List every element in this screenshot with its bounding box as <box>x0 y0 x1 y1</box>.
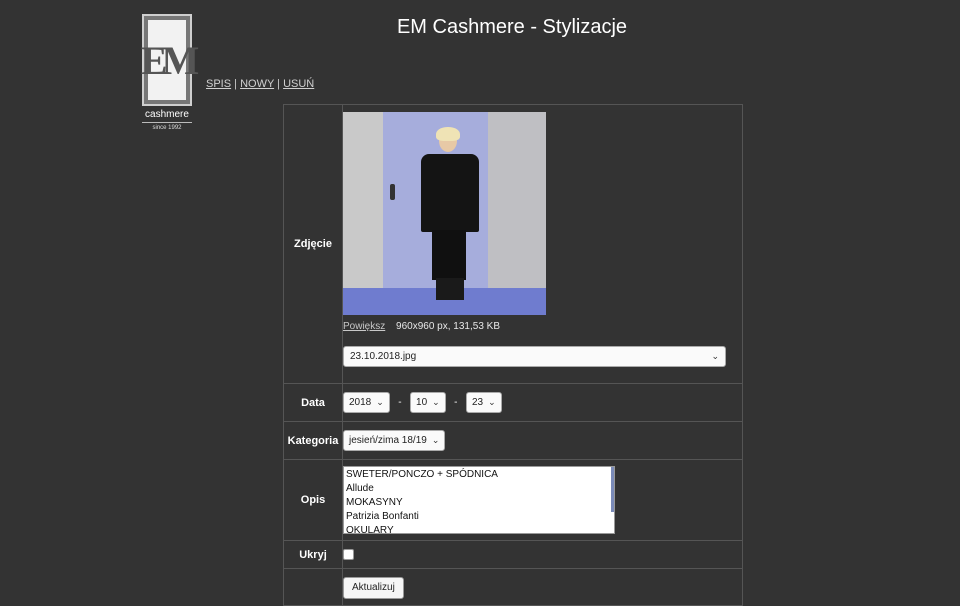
nav-link-nowy[interactable]: NOWY <box>240 78 274 90</box>
logo-name: cashmere <box>142 109 192 123</box>
chevron-down-icon: ⌄ <box>488 397 496 407</box>
edit-form: Zdjęcie Powiększ 960x960 px, 131,53 KB 2… <box>283 104 743 606</box>
category-row: Kategoria jesień/zima 18/19 ⌄ <box>283 421 743 460</box>
chevron-down-icon: ⌄ <box>376 397 384 407</box>
nav-links: SPIS | NOWY | USUŃ <box>206 78 314 90</box>
category-cell: jesień/zima 18/19 ⌄ <box>342 421 743 460</box>
date-row: Data 2018 ⌄ - 10 ⌄ - 23 ⌄ <box>283 383 743 422</box>
photo-file-select[interactable]: 23.10.2018.jpg ⌄ <box>343 346 726 367</box>
photo-meta: Powiększ 960x960 px, 131,53 KB <box>343 321 742 332</box>
category-select[interactable]: jesień/zima 18/19 ⌄ <box>343 430 446 451</box>
date-separator: - <box>398 397 402 408</box>
hide-checkbox[interactable] <box>343 549 354 560</box>
nav-separator: | <box>234 78 237 90</box>
photo-thumbnail[interactable] <box>343 112 546 315</box>
category-label: Kategoria <box>283 421 343 460</box>
photo-info: 960x960 px, 131,53 KB <box>396 321 501 332</box>
description-line: Allude <box>346 483 374 494</box>
enlarge-link[interactable]: Powiększ <box>343 321 385 332</box>
photo-label: Zdjęcie <box>283 104 343 384</box>
category-value: jesień/zima 18/19 <box>349 435 427 446</box>
date-label: Data <box>283 383 343 422</box>
year-value: 2018 <box>349 397 372 408</box>
description-textarea[interactable]: SWETER/PONCZO + SPÓDNICA Allude MOKASYNY… <box>343 466 615 534</box>
description-line: SWETER/PONCZO + SPÓDNICA <box>346 469 498 480</box>
hide-row: Ukryj <box>283 540 743 569</box>
date-separator: - <box>454 397 458 408</box>
chevron-down-icon: ⌄ <box>711 351 719 361</box>
year-select[interactable]: 2018 ⌄ <box>343 392 390 413</box>
logo-since: since 1992 <box>152 125 182 131</box>
page-title: EM Cashmere - Stylizacje <box>396 16 628 38</box>
description-label: Opis <box>283 459 343 541</box>
description-line: MOKASYNY <box>346 497 403 508</box>
chevron-down-icon: ⌄ <box>432 397 440 407</box>
date-cell: 2018 ⌄ - 10 ⌄ - 23 ⌄ <box>342 383 743 422</box>
nav-separator: | <box>277 78 281 90</box>
day-select[interactable]: 23 ⌄ <box>465 392 502 413</box>
description-cell: SWETER/PONCZO + SPÓDNICA Allude MOKASYNY… <box>342 459 743 541</box>
day-value: 23 <box>471 397 484 408</box>
hide-label: Ukryj <box>283 540 343 569</box>
nav-link-spis[interactable]: SPIS <box>206 78 231 90</box>
hide-cell <box>342 540 743 569</box>
photo-row: Zdjęcie Powiększ 960x960 px, 131,53 KB 2… <box>283 104 743 384</box>
description-line: Patrizia Bonfanti <box>346 511 419 522</box>
month-select[interactable]: 10 ⌄ <box>410 392 446 413</box>
textarea-scrollbar[interactable] <box>611 467 614 512</box>
chevron-down-icon: ⌄ <box>431 435 440 445</box>
photo-cell: Powiększ 960x960 px, 131,53 KB 23.10.201… <box>342 104 743 384</box>
description-line: OKULARY <box>346 525 394 534</box>
photo-file-value: 23.10.2018.jpg <box>350 351 417 362</box>
nav-link-usun[interactable]: USUŃ <box>283 78 314 90</box>
month-value: 10 <box>416 397 428 408</box>
photo-person <box>418 127 482 305</box>
description-row: Opis SWETER/PONCZO + SPÓDNICA Allude MOK… <box>283 459 743 541</box>
update-button[interactable]: Aktualizuj <box>343 577 404 599</box>
